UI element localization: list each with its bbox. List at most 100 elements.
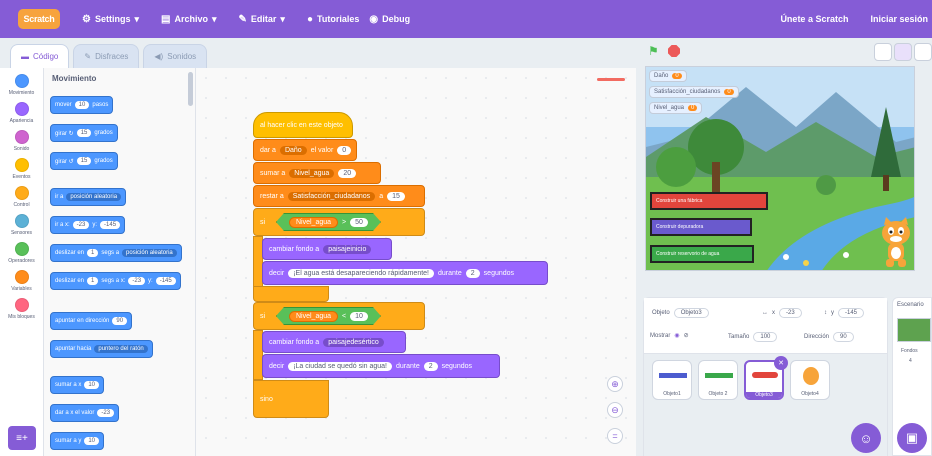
block-dropdown[interactable]: puntero del ratón xyxy=(94,345,148,353)
block-glide-to-xy[interactable]: deslizar en 1 segs a x: -23 y: -145 xyxy=(50,272,181,290)
block-go-to[interactable]: ir a posición aleatoria xyxy=(50,188,127,206)
variable-dropdown[interactable]: Nivel_agua xyxy=(289,168,335,178)
monitor-nivel-agua[interactable]: Nivel_agua 0 xyxy=(649,102,703,114)
sign-in-link[interactable]: Iniciar sesión xyxy=(870,14,928,24)
stop-icon[interactable] xyxy=(668,45,680,57)
eye-hidden-icon[interactable]: ⊘ xyxy=(684,332,689,339)
block-input[interactable]: -23 xyxy=(128,277,146,285)
block-input[interactable]: 2 xyxy=(465,268,480,278)
variable-reporter[interactable]: Nivel_agua xyxy=(289,311,338,322)
tab-code[interactable]: ▬ Código xyxy=(10,44,70,68)
sprite-name-input[interactable]: Objeto3 xyxy=(673,308,709,318)
block-input[interactable]: -23 xyxy=(72,221,90,229)
block-input[interactable]: 1 xyxy=(87,277,99,285)
size-input[interactable]: 100 xyxy=(753,332,778,342)
block-say-for-secs-2[interactable]: decir ¡La ciudad se quedó sin agua! dura… xyxy=(262,354,500,378)
block-input[interactable]: 50 xyxy=(350,218,368,227)
backdrop-dropdown[interactable]: paisajedesértico xyxy=(323,337,384,347)
zoom-out-button[interactable]: ⊖ xyxy=(607,402,623,418)
category-1[interactable]: Movimiento xyxy=(0,74,43,96)
hat-block-when-clicked[interactable]: al hacer clic en este objeto xyxy=(253,112,353,138)
block-input[interactable]: 10 xyxy=(84,437,100,445)
category-5[interactable]: Control xyxy=(0,186,43,208)
sprite-thumb-1[interactable]: Objeto1 xyxy=(652,360,692,400)
monitor-dano[interactable]: Daño 0 xyxy=(649,70,687,82)
green-flag-icon[interactable]: ⚑ xyxy=(648,44,662,58)
stage[interactable]: Daño 0 Satisfacción_ciudadanos 0 Nivel_a… xyxy=(645,66,915,271)
variable-dropdown[interactable]: Daño xyxy=(279,145,307,155)
fullscreen-button[interactable] xyxy=(914,43,932,61)
block-turn-left[interactable]: girar ↺ 15 grados xyxy=(50,152,118,170)
category-2[interactable]: Apariencia xyxy=(0,102,43,124)
if-block-2-bottom[interactable]: sino xyxy=(253,380,329,418)
scratch-cat-sprite[interactable] xyxy=(878,217,914,269)
add-extension-button[interactable]: ≡+ xyxy=(8,426,36,450)
y-input[interactable]: -145 xyxy=(838,308,865,318)
block-glide-to[interactable]: deslizar en 1 segs a posición aleatoria xyxy=(50,244,182,262)
block-switch-backdrop-2[interactable]: cambiar fondo a paisajedesértico xyxy=(262,331,406,353)
x-input[interactable]: -23 xyxy=(779,308,802,318)
tab-sounds[interactable]: ◀) Sonidos xyxy=(143,44,208,68)
direction-input[interactable]: 90 xyxy=(833,332,854,342)
block-set-variable[interactable]: dar a Daño el valor 0 xyxy=(253,139,357,161)
block-input[interactable]: 15 xyxy=(387,191,405,201)
build-factory-button[interactable]: Construir una fábrica xyxy=(650,192,768,210)
settings-menu[interactable]: ⚙ Settings ▾ xyxy=(82,14,139,25)
category-7[interactable]: Operadores xyxy=(0,242,43,264)
zoom-in-button[interactable]: ⊕ xyxy=(607,376,623,392)
block-input[interactable]: -145 xyxy=(155,277,176,285)
block-dropdown[interactable]: posición aleatoria xyxy=(122,249,177,257)
block-say-for-secs[interactable]: decir ¡El agua está desapareciendo rápid… xyxy=(262,261,548,285)
sprite-thumb-3[interactable]: Objeto3 ✕ xyxy=(744,356,788,400)
palette-scrollbar[interactable] xyxy=(188,72,193,106)
block-input[interactable]: 90 xyxy=(112,317,128,325)
block-switch-backdrop[interactable]: cambiar fondo a paisajeinicio xyxy=(262,238,392,260)
normal-stage-button[interactable] xyxy=(894,43,912,61)
monitor-satisfaccion[interactable]: Satisfacción_ciudadanos 0 xyxy=(649,86,739,98)
block-input[interactable]: 20 xyxy=(338,168,357,178)
block-move-steps[interactable]: mover 10 pasos xyxy=(50,96,114,114)
join-scratch-link[interactable]: Únete a Scratch xyxy=(780,14,848,24)
category-9[interactable]: Mis bloques xyxy=(0,298,43,320)
choose-sprite-button[interactable]: ☺ xyxy=(851,423,881,453)
block-dropdown[interactable]: posición aleatoria xyxy=(66,193,122,201)
category-4[interactable]: Eventos xyxy=(0,158,43,180)
block-input[interactable]: 0 xyxy=(337,145,352,155)
block-input[interactable]: 10 xyxy=(350,312,368,321)
block-input[interactable]: 2 xyxy=(423,361,438,371)
block-input[interactable]: 10 xyxy=(84,381,100,389)
scratch-logo[interactable]: Scratch xyxy=(18,9,60,29)
block-input[interactable]: -23 xyxy=(97,409,115,417)
zoom-reset-button[interactable]: = xyxy=(607,428,623,444)
eye-icon[interactable]: ◉ xyxy=(674,332,679,339)
category-6[interactable]: Sensores xyxy=(0,214,43,236)
category-8[interactable]: Variables xyxy=(0,270,43,292)
block-change-x[interactable]: sumar a x 10 xyxy=(50,376,105,394)
block-set-x[interactable]: dar a x el valor -23 xyxy=(50,404,120,422)
edit-menu[interactable]: ✎ Editar ▾ xyxy=(239,14,285,25)
small-stage-button[interactable] xyxy=(874,43,892,61)
operator-greater-than[interactable]: Nivel_agua > 50 xyxy=(276,213,381,231)
backdrop-dropdown[interactable]: paisajeinicio xyxy=(323,244,372,254)
block-change-variable[interactable]: sumar a Nivel_agua 20 xyxy=(253,162,381,184)
stage-thumbnail[interactable] xyxy=(897,318,931,342)
block-point-direction[interactable]: apuntar en dirección 90 xyxy=(50,312,133,330)
choose-backdrop-button[interactable]: ▣ xyxy=(897,423,927,453)
message-input[interactable]: ¡El agua está desapareciendo rápidamente… xyxy=(288,268,435,278)
message-input[interactable]: ¡La ciudad se quedó sin agua! xyxy=(288,361,392,371)
variable-reporter[interactable]: Nivel_agua xyxy=(289,217,338,228)
block-change-y[interactable]: sumar a y 10 xyxy=(50,432,105,450)
category-3[interactable]: Sonido xyxy=(0,130,43,152)
block-input[interactable]: 15 xyxy=(76,129,92,137)
block-input[interactable]: 1 xyxy=(87,249,99,257)
debug-menu[interactable]: ◉ Debug xyxy=(369,14,410,25)
tutorials-menu[interactable]: ● Tutoriales xyxy=(307,14,359,25)
build-treatment-plant-button[interactable]: Construir depuradora xyxy=(650,218,752,236)
sprite-thumb-2[interactable]: Objeto 2 xyxy=(698,360,738,400)
file-menu[interactable]: ▤ Archivo ▾ xyxy=(161,14,217,25)
block-turn-right[interactable]: girar ↻ 15 grados xyxy=(50,124,118,142)
delete-sprite-icon[interactable]: ✕ xyxy=(774,356,788,370)
stage-target-panel[interactable]: Escenario Fondos 4 ▣ xyxy=(892,297,932,456)
block-input[interactable]: 10 xyxy=(74,101,90,109)
block-input[interactable]: -145 xyxy=(100,221,121,229)
